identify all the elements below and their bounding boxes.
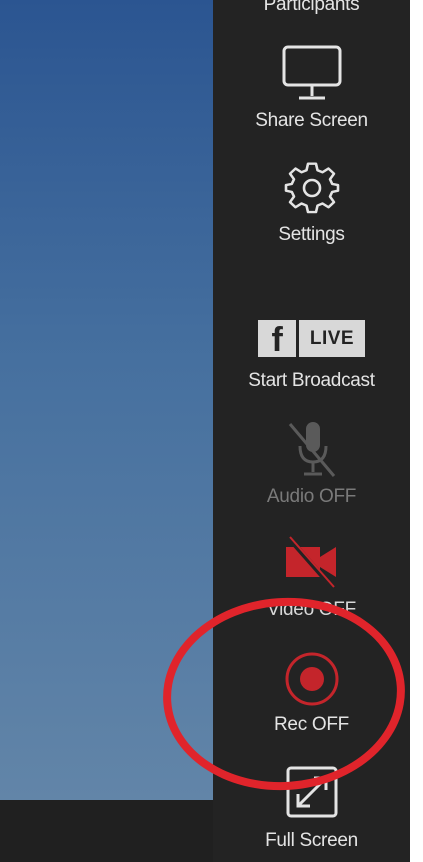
- participants-button[interactable]: Participants: [213, 0, 410, 22]
- monitor-icon: [213, 44, 410, 102]
- rec-label: Rec OFF: [274, 714, 349, 735]
- video-area: [0, 0, 213, 800]
- start-broadcast-button[interactable]: f LIVE Start Broadcast: [213, 318, 410, 398]
- record-button[interactable]: Rec OFF: [213, 648, 410, 748]
- share-screen-label: Share Screen: [255, 110, 368, 131]
- record-icon: [213, 650, 410, 708]
- control-sidebar: Participants Share Screen Settings f LIV…: [213, 0, 410, 862]
- participants-label: Participants: [263, 0, 360, 15]
- share-screen-button[interactable]: Share Screen: [213, 40, 410, 140]
- video-toggle-button[interactable]: Video OFF: [213, 535, 410, 627]
- facebook-live-icon: f LIVE: [213, 320, 410, 357]
- live-badge: LIVE: [299, 320, 365, 357]
- video-label: Video OFF: [267, 599, 356, 620]
- full-screen-button[interactable]: Full Screen: [213, 764, 410, 862]
- video-camera-off-icon: [213, 535, 410, 589]
- start-broadcast-label: Start Broadcast: [248, 370, 375, 391]
- audio-toggle-button[interactable]: Audio OFF: [213, 420, 410, 512]
- audio-label: Audio OFF: [266, 486, 357, 507]
- fullscreen-icon: [213, 764, 410, 820]
- microphone-muted-icon: [213, 420, 410, 480]
- bottom-bar: [0, 800, 213, 862]
- settings-button[interactable]: Settings: [213, 160, 410, 255]
- facebook-logo: f: [258, 320, 296, 357]
- full-screen-label: Full Screen: [265, 830, 358, 851]
- gear-icon: [213, 162, 410, 218]
- page-edge: [410, 0, 423, 862]
- settings-label: Settings: [278, 224, 345, 245]
